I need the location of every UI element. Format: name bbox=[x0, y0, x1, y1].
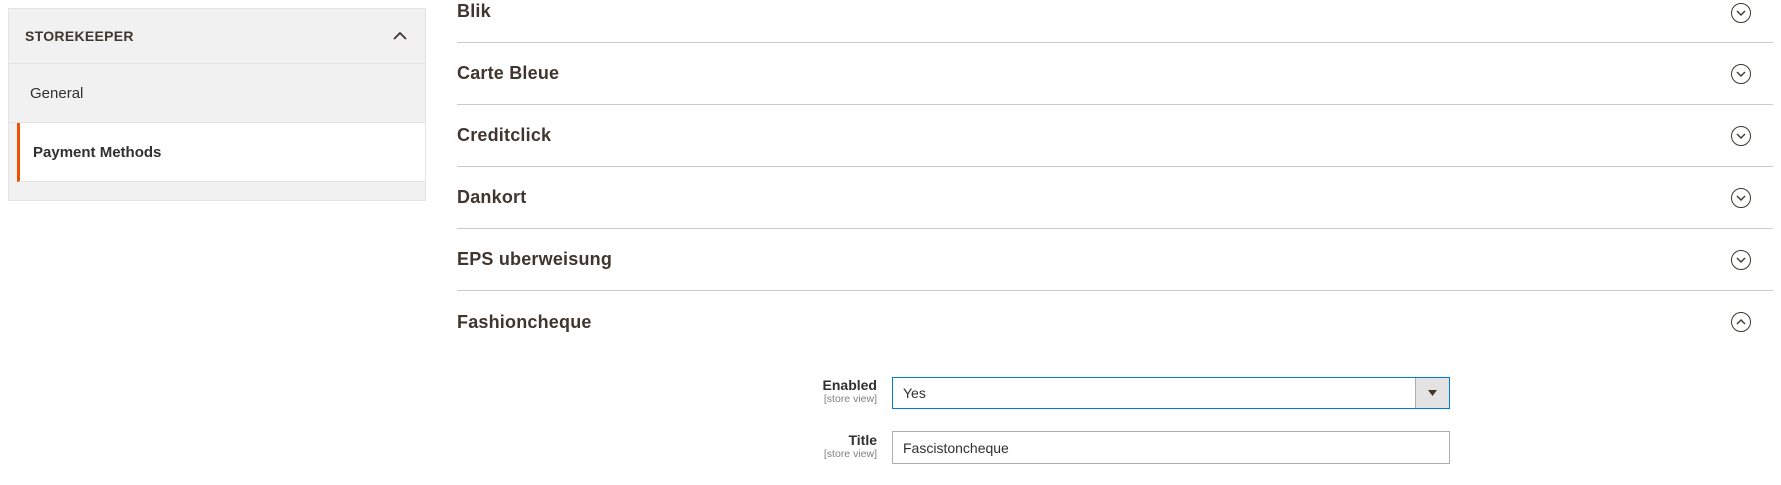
chevron-down-icon bbox=[1731, 63, 1751, 84]
enabled-select-value: Yes bbox=[903, 385, 926, 401]
section-fashioncheque[interactable]: Fashioncheque bbox=[457, 291, 1773, 353]
section-title: Dankort bbox=[457, 187, 527, 207]
sidebar-item-general[interactable]: General bbox=[9, 64, 425, 123]
field-label-wrap: Title [store view] bbox=[824, 432, 877, 461]
field-label-wrap: Enabled [store view] bbox=[823, 377, 877, 406]
section-blik[interactable]: Blik bbox=[457, 0, 1773, 43]
section-title: Blik bbox=[457, 1, 491, 21]
sidebar-item-label: Payment Methods bbox=[33, 143, 162, 161]
chevron-down-icon bbox=[1731, 125, 1751, 146]
sidebar-item-label: General bbox=[30, 84, 84, 102]
enabled-label: Enabled bbox=[822, 377, 877, 393]
section-title: Carte Bleue bbox=[457, 63, 560, 83]
section-eps-uberweisung[interactable]: EPS uberweisung bbox=[457, 229, 1773, 291]
section-title: EPS uberweisung bbox=[457, 249, 613, 269]
sidebar-group-storekeeper[interactable]: STOREKEEPER bbox=[9, 9, 425, 64]
scope-label: [store view] bbox=[823, 448, 877, 460]
sidebar-group-title: STOREKEEPER bbox=[25, 28, 134, 44]
title-input[interactable] bbox=[892, 431, 1450, 464]
section-creditclick[interactable]: Creditclick bbox=[457, 105, 1773, 167]
scope-label: [store view] bbox=[823, 393, 877, 405]
chevron-up-icon bbox=[1731, 312, 1751, 332]
chevron-down-icon bbox=[1731, 249, 1751, 270]
sidebar-item-payment-methods[interactable]: Payment Methods bbox=[17, 123, 425, 182]
config-sidebar: STOREKEEPER General Payment Methods bbox=[8, 8, 426, 201]
section-title: Fashioncheque bbox=[457, 311, 592, 332]
section-carte-bleue[interactable]: Carte Bleue bbox=[457, 43, 1773, 105]
dropdown-arrow-icon[interactable] bbox=[1415, 378, 1449, 408]
chevron-up-icon bbox=[393, 27, 407, 45]
section-title: Creditclick bbox=[457, 125, 552, 145]
title-label: Title bbox=[848, 432, 877, 448]
chevron-down-icon bbox=[1731, 3, 1751, 23]
enabled-select[interactable]: Yes bbox=[892, 377, 1450, 409]
payment-method-sections: Blik Carte Bleue Creditclick Dankort EPS… bbox=[457, 0, 1773, 353]
section-dankort[interactable]: Dankort bbox=[457, 167, 1773, 229]
chevron-down-icon bbox=[1731, 187, 1751, 208]
